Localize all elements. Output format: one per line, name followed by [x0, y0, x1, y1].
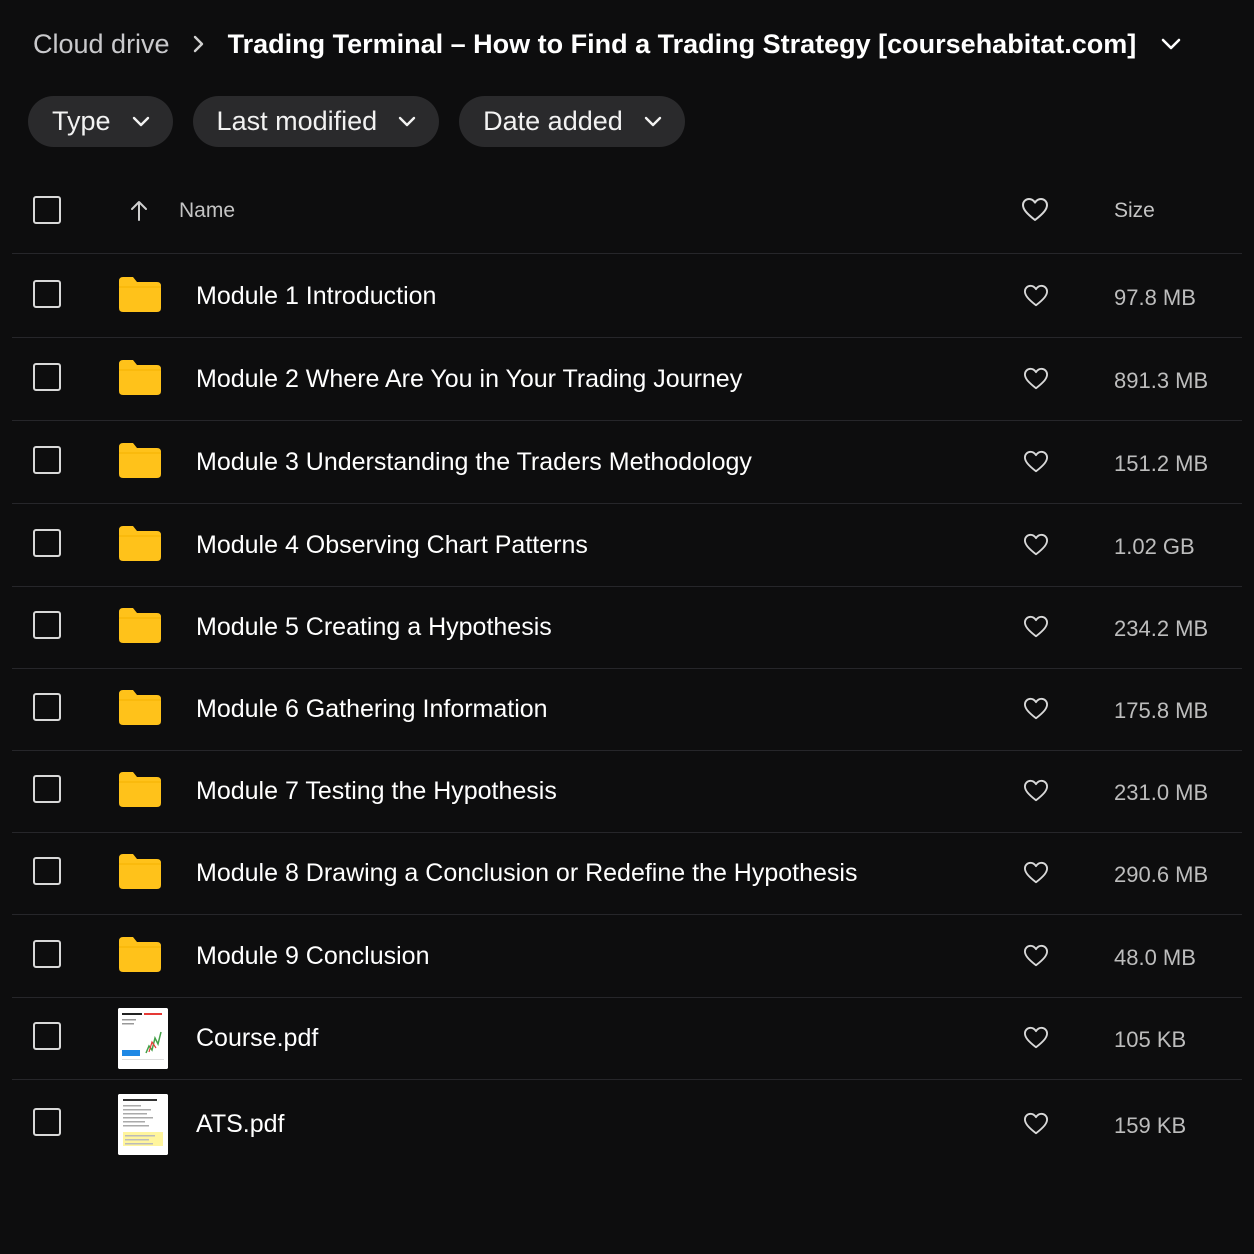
folder-icon: [119, 442, 161, 483]
item-name[interactable]: Module 3 Understanding the Traders Metho…: [196, 448, 752, 477]
chevron-down-icon: [643, 116, 663, 128]
row-checkbox[interactable]: [33, 1108, 61, 1136]
folder-icon: [119, 771, 161, 812]
item-size: 175.8 MB: [1114, 698, 1209, 723]
folder-icon: [119, 936, 161, 977]
heart-icon[interactable]: [1023, 779, 1049, 803]
row-checkbox[interactable]: [33, 940, 61, 968]
last-modified-filter-label: Last modified: [216, 106, 378, 136]
item-size: 290.6 MB: [1114, 862, 1209, 887]
heart-icon[interactable]: [1023, 861, 1049, 885]
item-size: 97.8 MB: [1114, 285, 1196, 310]
folder-row[interactable]: Module 3 Understanding the Traders Metho…: [12, 421, 1242, 504]
item-name[interactable]: Module 9 Conclusion: [196, 942, 429, 971]
date-added-filter-button[interactable]: Date added: [459, 96, 685, 147]
item-name[interactable]: Module 4 Observing Chart Patterns: [196, 531, 588, 560]
heart-icon[interactable]: [1023, 944, 1049, 968]
folder-row[interactable]: Module 9 Conclusion 48.0 MB: [12, 915, 1242, 998]
heart-icon[interactable]: [1023, 615, 1049, 639]
select-all-checkbox[interactable]: [33, 196, 61, 224]
folder-icon: [119, 359, 161, 400]
heart-icon[interactable]: [1023, 697, 1049, 721]
file-row[interactable]: Course.pdf 105 KB: [12, 997, 1242, 1080]
breadcrumb-root-link[interactable]: Cloud drive: [33, 29, 170, 60]
date-added-filter-label: Date added: [483, 106, 623, 136]
row-checkbox[interactable]: [33, 280, 61, 308]
chevron-right-icon: [192, 34, 206, 54]
pdf-thumbnail: [118, 1008, 168, 1069]
folder-icon: [119, 689, 161, 730]
arrow-up-icon[interactable]: [128, 199, 150, 223]
row-checkbox[interactable]: [33, 529, 61, 557]
row-checkbox[interactable]: [33, 611, 61, 639]
item-name[interactable]: ATS.pdf: [196, 1110, 284, 1139]
folder-row[interactable]: Module 1 Introduction 97.8 MB: [12, 255, 1242, 338]
heart-icon[interactable]: [1023, 284, 1049, 308]
row-checkbox[interactable]: [33, 775, 61, 803]
name-column-header[interactable]: Name: [179, 199, 235, 223]
item-name[interactable]: Module 5 Creating a Hypothesis: [196, 613, 552, 642]
table-header: Name Size: [12, 171, 1242, 254]
folder-row[interactable]: Module 2 Where Are You in Your Trading J…: [12, 338, 1242, 421]
size-column-header[interactable]: Size: [1114, 199, 1155, 223]
folder-icon: [119, 525, 161, 566]
breadcrumb: Cloud drive Trading Terminal – How to Fi…: [33, 24, 1182, 64]
heart-icon[interactable]: [1023, 533, 1049, 557]
row-checkbox[interactable]: [33, 446, 61, 474]
type-filter-label: Type: [52, 106, 111, 136]
chevron-down-icon[interactable]: [1160, 37, 1182, 51]
filter-bar: Type Last modified Date added: [28, 96, 705, 147]
heart-icon[interactable]: [1023, 367, 1049, 391]
folder-icon: [119, 276, 161, 317]
item-size: 1.02 GB: [1114, 534, 1195, 559]
heart-icon[interactable]: [1021, 197, 1049, 223]
folder-row[interactable]: Module 7 Testing the Hypothesis 231.0 MB: [12, 750, 1242, 833]
item-name[interactable]: Module 8 Drawing a Conclusion or Redefin…: [196, 859, 857, 888]
last-modified-filter-button[interactable]: Last modified: [192, 96, 440, 147]
heart-icon[interactable]: [1023, 450, 1049, 474]
file-row[interactable]: ATS.pdf 159 KB: [12, 1083, 1242, 1165]
item-name[interactable]: Module 7 Testing the Hypothesis: [196, 777, 557, 806]
folder-icon: [119, 853, 161, 894]
row-checkbox[interactable]: [33, 693, 61, 721]
item-size: 234.2 MB: [1114, 616, 1209, 641]
heart-icon[interactable]: [1023, 1026, 1049, 1050]
row-checkbox[interactable]: [33, 363, 61, 391]
item-size: 48.0 MB: [1114, 945, 1196, 970]
row-checkbox[interactable]: [33, 1022, 61, 1050]
type-filter-button[interactable]: Type: [28, 96, 173, 147]
item-size: 151.2 MB: [1114, 451, 1209, 476]
folder-row[interactable]: Module 4 Observing Chart Patterns 1.02 GB: [12, 504, 1242, 587]
item-name[interactable]: Course.pdf: [196, 1024, 318, 1053]
item-size: 231.0 MB: [1114, 780, 1209, 805]
pdf-thumbnail: [118, 1094, 168, 1155]
folder-row[interactable]: Module 8 Drawing a Conclusion or Redefin…: [12, 832, 1242, 915]
heart-icon[interactable]: [1023, 1112, 1049, 1136]
item-name[interactable]: Module 6 Gathering Information: [196, 695, 548, 724]
folder-row[interactable]: Module 6 Gathering Information 175.8 MB: [12, 668, 1242, 751]
item-size: 891.3 MB: [1114, 368, 1209, 393]
chevron-down-icon: [131, 116, 151, 128]
folder-row[interactable]: Module 5 Creating a Hypothesis 234.2 MB: [12, 586, 1242, 669]
item-name[interactable]: Module 2 Where Are You in Your Trading J…: [196, 365, 742, 394]
folder-icon: [119, 607, 161, 648]
item-name[interactable]: Module 1 Introduction: [196, 282, 436, 311]
item-size: 159 KB: [1114, 1113, 1187, 1138]
chevron-down-icon: [397, 116, 417, 128]
row-checkbox[interactable]: [33, 857, 61, 885]
breadcrumb-current-folder[interactable]: Trading Terminal – How to Find a Trading…: [228, 29, 1137, 60]
item-size: 105 KB: [1114, 1027, 1187, 1052]
